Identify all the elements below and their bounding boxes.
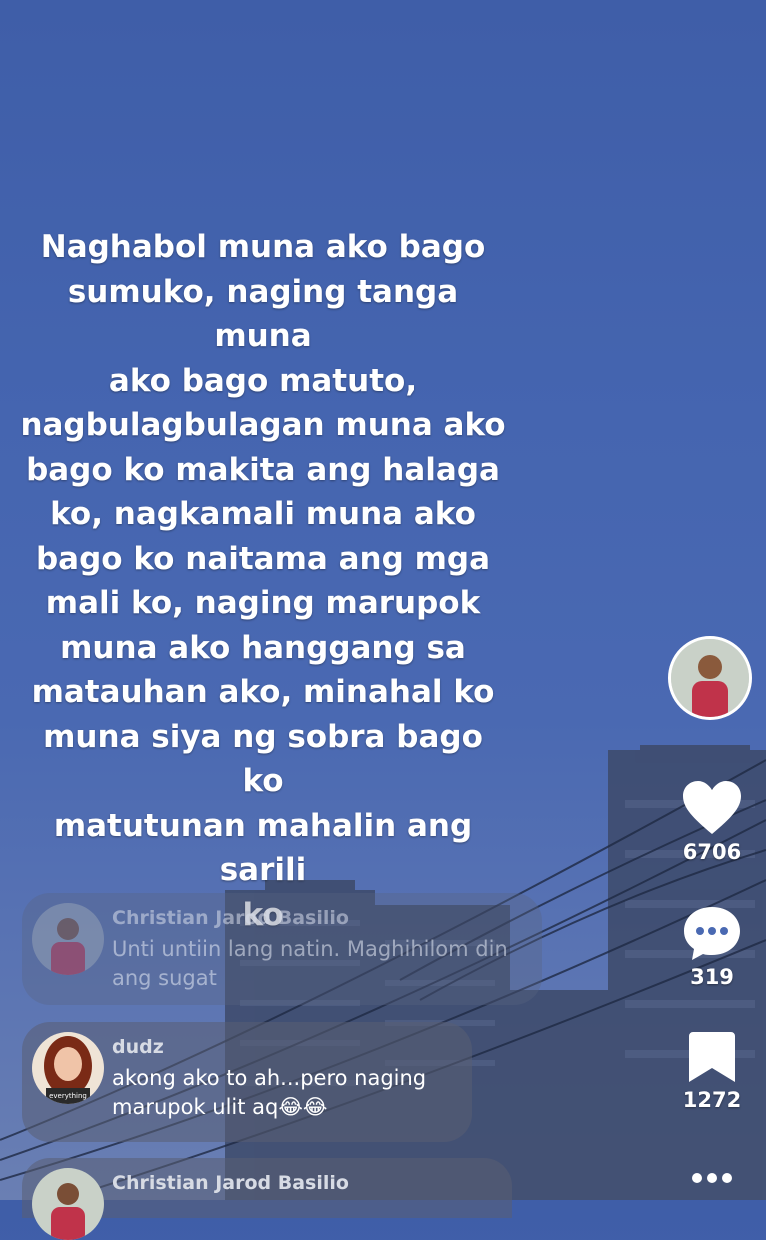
- more-button[interactable]: [672, 1168, 752, 1192]
- save-button[interactable]: 1272: [672, 1030, 752, 1112]
- commenter-avatar[interactable]: [32, 1168, 104, 1240]
- bookmark-icon: [689, 1032, 735, 1082]
- commenter-name: Christian Jarod Basilio: [112, 1172, 349, 1194]
- comment-text: Unti untiin lang natin. Maghihilom din a…: [112, 937, 508, 990]
- comment-count: 319: [690, 965, 734, 989]
- heart-icon: [683, 781, 741, 834]
- like-count: 6706: [682, 840, 742, 864]
- speech-bubble-icon: [684, 907, 740, 960]
- comment-item[interactable]: Christian Jarod Basilio Unti untiin lang…: [22, 893, 542, 1005]
- more-dots-icon: [692, 1173, 732, 1183]
- comment-text: akong ako to ah...pero naging marupok ul…: [112, 1066, 427, 1119]
- comment-button[interactable]: 319: [672, 905, 752, 989]
- like-button[interactable]: 6706: [672, 780, 752, 864]
- avatar-photo: [32, 903, 104, 975]
- commenter-avatar[interactable]: [32, 903, 104, 975]
- avatar-photo: everything: [32, 1032, 104, 1104]
- video-caption: Naghabol muna ako bago sumuko, naging ta…: [20, 229, 506, 933]
- commenter-name: Christian Jarod Basilio: [112, 907, 349, 929]
- commenter-name: dudz: [112, 1036, 164, 1058]
- avatar-label: everything: [49, 1092, 87, 1100]
- comment-item[interactable]: everything dudz akong ako to ah...pero n…: [22, 1022, 472, 1142]
- avatar-photo: [671, 639, 749, 717]
- save-count: 1272: [682, 1088, 742, 1112]
- commenter-avatar[interactable]: everything: [32, 1032, 104, 1104]
- avatar-photo: [32, 1168, 104, 1240]
- comment-item[interactable]: Christian Jarod Basilio: [22, 1158, 512, 1240]
- creator-avatar[interactable]: [668, 636, 752, 720]
